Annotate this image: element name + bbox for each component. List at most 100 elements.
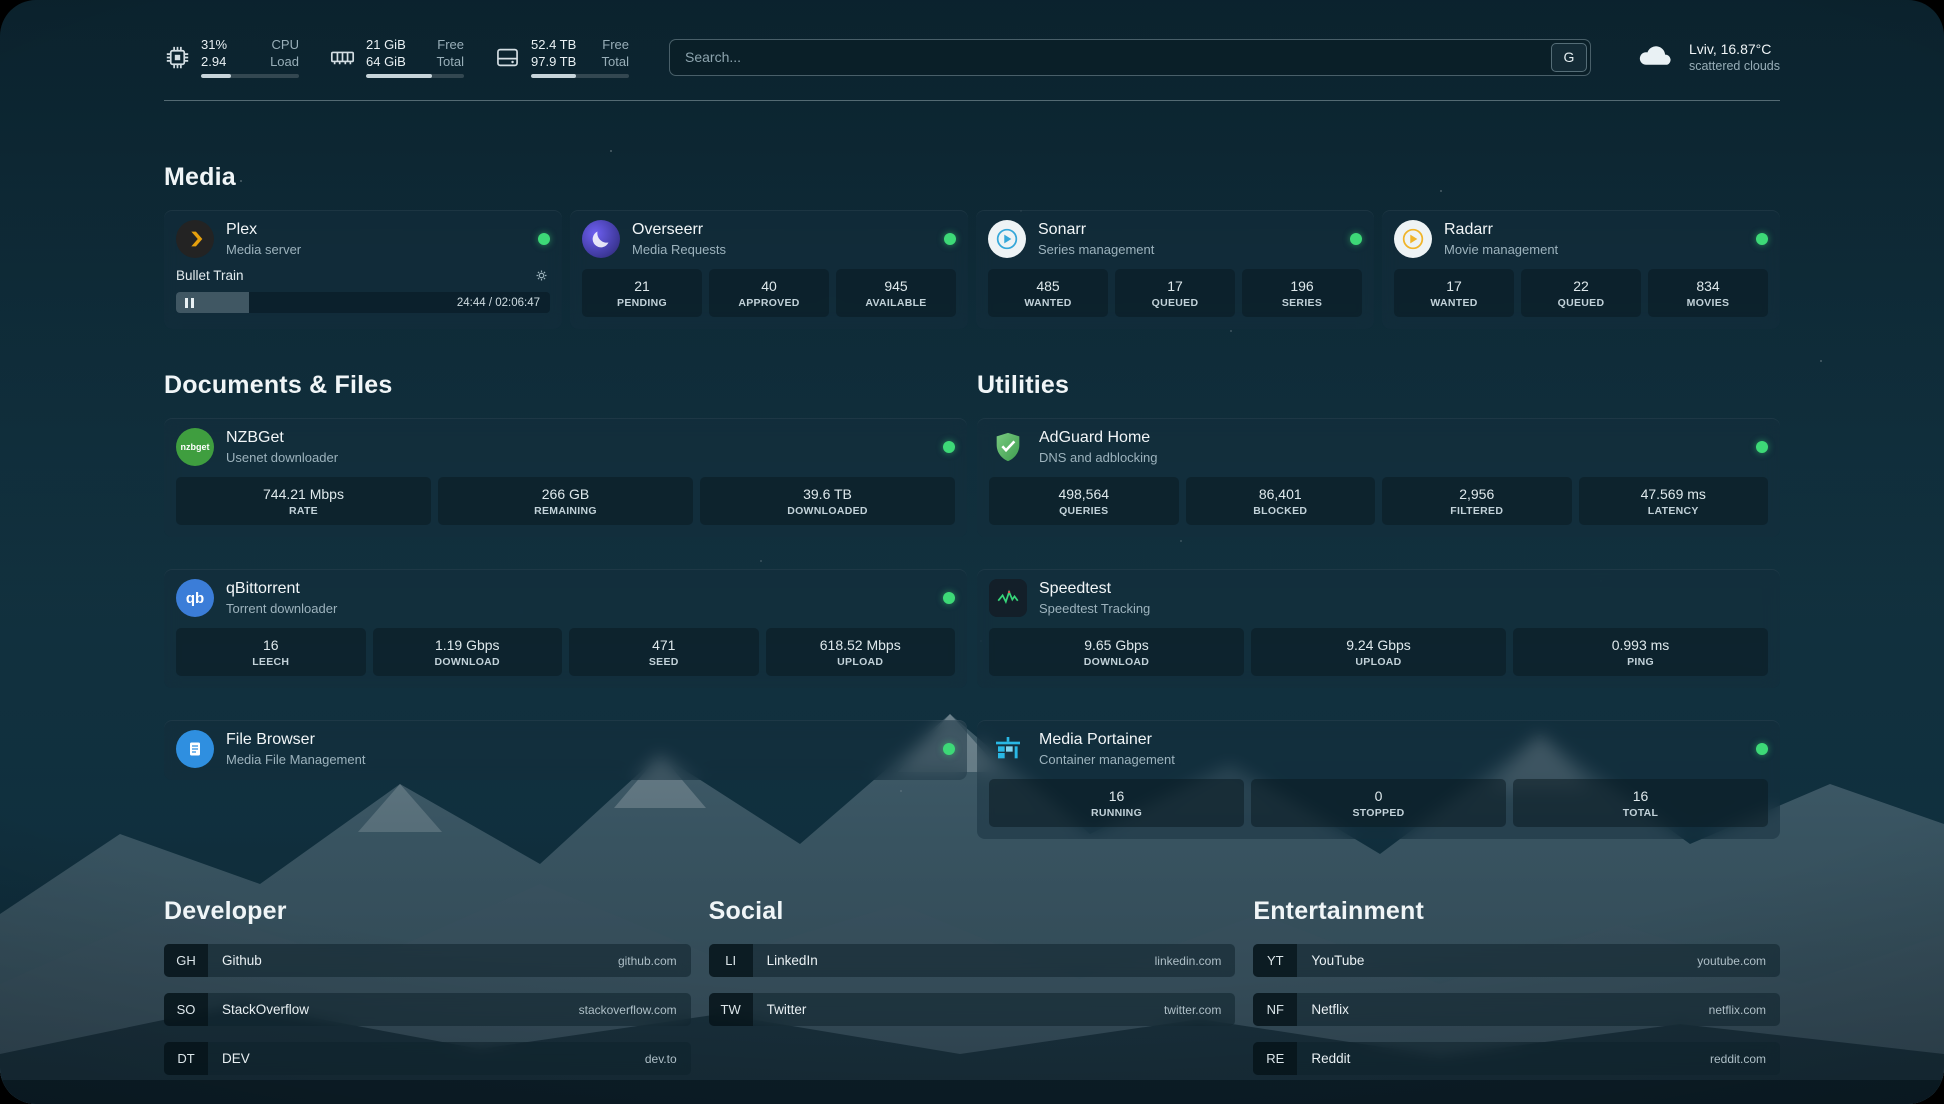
service-card-radarr[interactable]: Radarr Movie management 17 WANTED 22 QUE…	[1382, 210, 1780, 329]
stat-label: LEECH	[252, 656, 289, 668]
header-divider	[164, 100, 1780, 101]
stat-label: PENDING	[617, 297, 667, 309]
service-card-speedtest[interactable]: Speedtest Speedtest Tracking 9.65 Gbps D…	[977, 569, 1780, 688]
status-dot	[943, 743, 955, 755]
service-card-qbittorrent[interactable]: qb qBittorrent Torrent downloader 16	[164, 569, 967, 688]
stat-box: 0 STOPPED	[1251, 779, 1506, 827]
stat-value: 485	[1036, 278, 1059, 294]
stat-label: BLOCKED	[1253, 505, 1307, 517]
section-title-entertainment: Entertainment	[1253, 897, 1780, 926]
stat-value: 17	[1167, 278, 1183, 294]
bookmark-twitter[interactable]: TW Twitter twitter.com	[709, 993, 1236, 1026]
service-card-plex[interactable]: Plex Media server Bullet Train	[164, 210, 562, 329]
search-provider-button[interactable]: G	[1551, 43, 1587, 72]
service-description: Usenet downloader	[226, 450, 338, 466]
bookmark-group-developer: Developer GH Github github.com SO StackO…	[164, 897, 691, 1075]
disk-widget: 52.4 TB Free 97.9 TB Total	[494, 36, 629, 78]
stat-box: 266 GB REMAINING	[438, 477, 693, 525]
stat-box: 471 SEED	[569, 628, 759, 676]
adguard-icon	[989, 428, 1027, 466]
bookmark-name: LinkedIn	[753, 944, 832, 977]
stat-label: RATE	[289, 505, 318, 517]
service-description: DNS and adblocking	[1039, 450, 1158, 466]
bookmark-github[interactable]: GH Github github.com	[164, 944, 691, 977]
bookmark-name: DEV	[208, 1042, 264, 1075]
section-title-documents: Documents & Files	[164, 371, 967, 400]
documents-column: Documents & Files nzbget NZBGet Usenet d…	[164, 371, 967, 839]
cpu-load-label: Load	[270, 53, 299, 70]
bookmark-dev[interactable]: DT DEV dev.to	[164, 1042, 691, 1075]
bookmark-linkedin[interactable]: LI LinkedIn linkedin.com	[709, 944, 1236, 977]
stat-label: QUEUED	[1558, 297, 1605, 309]
playback-progress-bar[interactable]: 24:44 / 02:06:47	[176, 292, 550, 313]
cpu-widget: 31% CPU 2.94 Load	[164, 36, 299, 78]
stat-value: 47.569 ms	[1641, 486, 1706, 502]
service-card-adguard[interactable]: AdGuard Home DNS and adblocking 498,564 …	[977, 418, 1780, 537]
bookmark-group-entertainment: Entertainment YT YouTube youtube.com NF …	[1253, 897, 1780, 1075]
stat-value: 744.21 Mbps	[263, 486, 344, 502]
stat-label: APPROVED	[738, 297, 799, 309]
gear-icon[interactable]	[533, 267, 550, 284]
status-dot	[1756, 743, 1768, 755]
service-name: qBittorrent	[226, 579, 337, 599]
top-bar: 31% CPU 2.94 Load	[164, 36, 1780, 78]
stat-box: 17 WANTED	[1394, 269, 1514, 317]
now-playing-title: Bullet Train	[176, 268, 244, 283]
service-card-overseerr[interactable]: Overseerr Media Requests 21 PENDING 40 A…	[570, 210, 968, 329]
service-card-sonarr[interactable]: Sonarr Series management 485 WANTED 17 Q…	[976, 210, 1374, 329]
stat-label: PING	[1627, 656, 1654, 668]
section-title-utilities: Utilities	[977, 371, 1780, 400]
service-description: Torrent downloader	[226, 601, 337, 617]
radarr-icon	[1394, 220, 1432, 258]
service-card-portainer[interactable]: Media Portainer Container management 16 …	[977, 720, 1780, 839]
stat-value: 196	[1290, 278, 1313, 294]
stat-value: 1.19 Gbps	[435, 637, 500, 653]
bookmark-netflix[interactable]: NF Netflix netflix.com	[1253, 993, 1780, 1026]
stat-box: 9.65 Gbps DOWNLOAD	[989, 628, 1244, 676]
bookmark-name: Twitter	[753, 993, 821, 1026]
bookmark-youtube[interactable]: YT YouTube youtube.com	[1253, 944, 1780, 977]
bookmark-url: linkedin.com	[1155, 944, 1236, 977]
bookmark-abbr: GH	[164, 944, 208, 977]
stat-label: AVAILABLE	[865, 297, 926, 309]
disk-total-label: Total	[602, 53, 629, 70]
stat-value: 2,956	[1459, 486, 1494, 502]
stat-value: 266 GB	[542, 486, 589, 502]
stat-box: 17 QUEUED	[1115, 269, 1235, 317]
service-name: Sonarr	[1038, 220, 1154, 240]
stat-label: DOWNLOAD	[1084, 656, 1149, 668]
service-card-nzbget[interactable]: nzbget NZBGet Usenet downloader 744.21 M…	[164, 418, 967, 537]
stat-value: 945	[884, 278, 907, 294]
stat-box: 39.6 TB DOWNLOADED	[700, 477, 955, 525]
memory-widget: 21 GiB Free 64 GiB Total	[329, 36, 464, 78]
stat-label: FILTERED	[1450, 505, 1503, 517]
weather-widget: Lviv, 16.87°C scattered clouds	[1635, 40, 1780, 75]
stat-value: 471	[652, 637, 675, 653]
stat-value: 40	[761, 278, 777, 294]
service-card-filebrowser[interactable]: File Browser Media File Management	[164, 720, 967, 780]
stat-box: 9.24 Gbps UPLOAD	[1251, 628, 1506, 676]
nzbget-icon: nzbget	[176, 428, 214, 466]
stat-value: 0.993 ms	[1612, 637, 1670, 653]
stat-box: 1.19 Gbps DOWNLOAD	[373, 628, 563, 676]
section-title-developer: Developer	[164, 897, 691, 926]
bookmark-url: dev.to	[645, 1042, 691, 1075]
bookmark-url: reddit.com	[1710, 1042, 1780, 1075]
bookmark-name: Reddit	[1297, 1042, 1364, 1075]
portainer-icon	[989, 730, 1027, 768]
weather-condition: scattered clouds	[1689, 58, 1780, 74]
stat-label: RUNNING	[1091, 807, 1142, 819]
bookmark-abbr: SO	[164, 993, 208, 1026]
stat-value: 618.52 Mbps	[820, 637, 901, 653]
stat-label: WANTED	[1024, 297, 1071, 309]
memory-free-label: Free	[437, 36, 464, 53]
bookmark-reddit[interactable]: RE Reddit reddit.com	[1253, 1042, 1780, 1075]
stat-label: UPLOAD	[1355, 656, 1401, 668]
media-cards: Plex Media server Bullet Train	[164, 210, 1780, 329]
search-input[interactable]	[669, 39, 1591, 76]
stat-label: STOPPED	[1352, 807, 1404, 819]
bookmark-stackoverflow[interactable]: SO StackOverflow stackoverflow.com	[164, 993, 691, 1026]
service-description: Series management	[1038, 242, 1154, 258]
pause-icon[interactable]	[185, 298, 194, 308]
stat-box: 21 PENDING	[582, 269, 702, 317]
